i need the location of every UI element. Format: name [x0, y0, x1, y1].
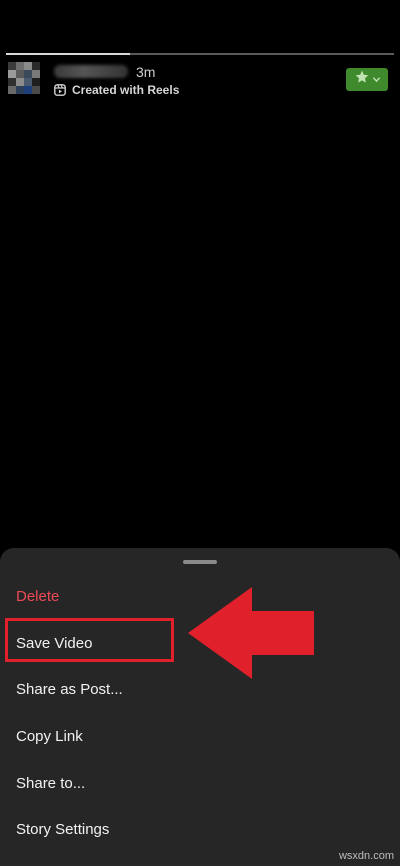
avatar-pixel [8, 78, 16, 86]
avatar-pixel [8, 62, 16, 70]
avatar-pixel [32, 86, 40, 94]
story-time: 3m [136, 64, 156, 80]
save-video-highlight-box [5, 618, 174, 662]
avatar-pixel [16, 78, 24, 86]
avatar-pixel [24, 86, 32, 94]
avatar-pixel [32, 62, 40, 70]
copy-link-button[interactable]: Copy Link [16, 728, 83, 746]
avatar[interactable] [8, 62, 40, 94]
story-progress-fill [6, 53, 131, 55]
avatar-pixel [24, 78, 32, 86]
avatar-pixel [8, 70, 16, 78]
chevron-down-icon [372, 71, 381, 89]
story-settings-button[interactable]: Story Settings [16, 821, 109, 839]
reels-icon [54, 84, 66, 96]
delete-button[interactable]: Delete [16, 588, 59, 606]
avatar-pixel [32, 70, 40, 78]
sheet-drag-handle[interactable] [183, 560, 217, 564]
reels-attribution[interactable]: Created with Reels [54, 83, 179, 97]
avatar-pixel [8, 86, 16, 94]
avatar-pixel [24, 70, 32, 78]
avatar-pixel [32, 78, 40, 86]
share-as-post-button[interactable]: Share as Post... [16, 681, 123, 699]
pointer-arrow-icon [188, 587, 314, 679]
avatar-pixel [16, 62, 24, 70]
watermark: wsxdn.com [338, 850, 394, 862]
reels-label: Created with Reels [72, 83, 180, 97]
star-icon [354, 69, 370, 90]
username-blurred[interactable] [54, 65, 128, 78]
avatar-pixel [16, 86, 24, 94]
story-progress-bar [6, 53, 394, 55]
avatar-pixel [24, 62, 32, 70]
share-to-button[interactable]: Share to... [16, 775, 85, 793]
avatar-pixel [16, 70, 24, 78]
favorites-button[interactable] [346, 68, 388, 91]
options-bottom-sheet: Delete Save Video Share as Post... Copy … [0, 548, 400, 866]
